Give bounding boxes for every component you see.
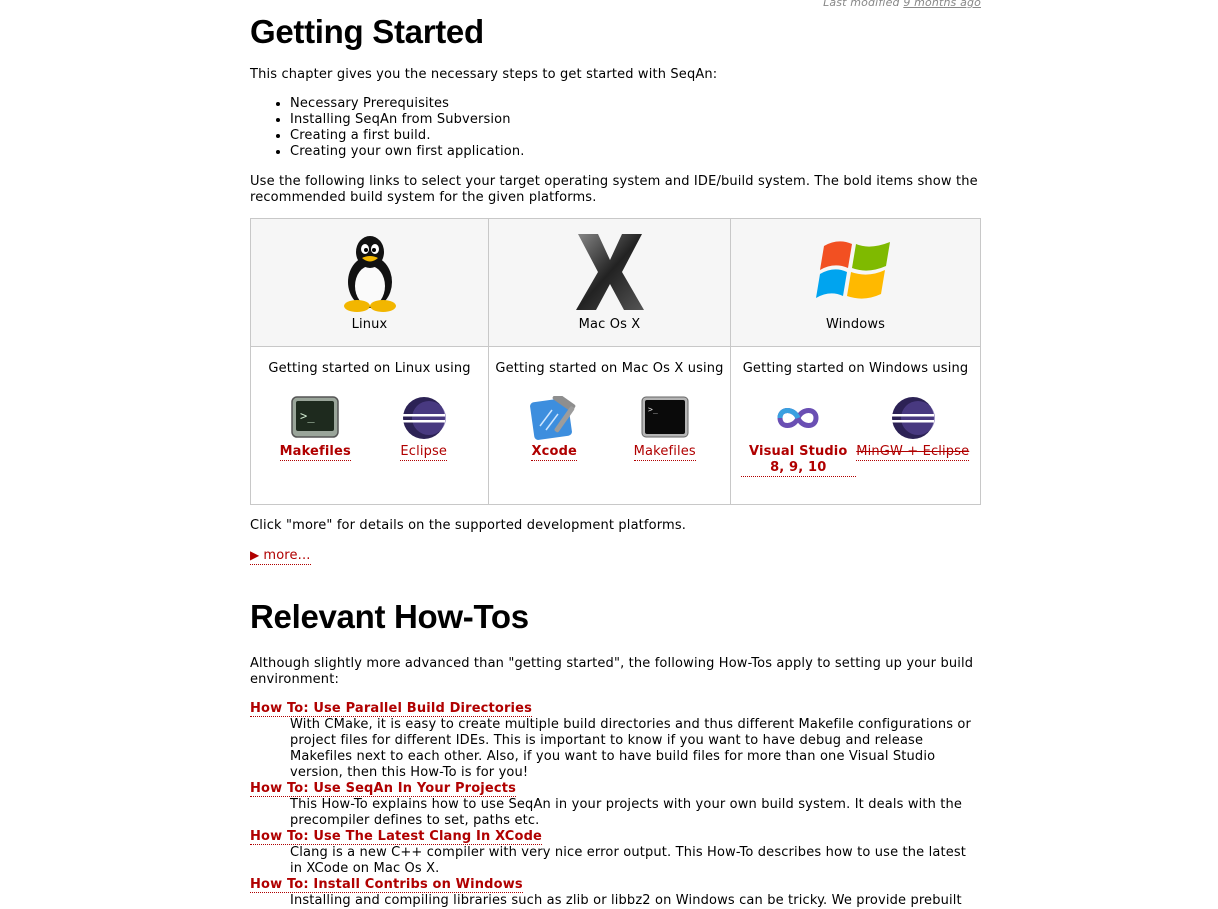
platform-table: Linux Mac Os X Windows Getting started o… — [250, 218, 981, 505]
howto-link[interactable]: How To: Use The Latest Clang In XCode — [250, 829, 542, 845]
os-name: Linux — [351, 317, 388, 332]
os-row: Linux Mac Os X Windows — [250, 218, 981, 347]
tool-xcode-mac: Xcode — [499, 396, 610, 461]
howto-description: Clang is a new C++ compiler with very ni… — [290, 845, 967, 876]
last-modified-prefix: Last modified — [823, 0, 900, 9]
using-text: Getting started on Linux using — [268, 361, 471, 376]
svg-text:>_: >_ — [300, 409, 315, 423]
intro-text: This chapter gives you the necessary ste… — [250, 67, 718, 82]
list-item: Creating a first build. — [290, 128, 525, 144]
more-details-text: Click "more" for details on the supporte… — [250, 518, 687, 533]
makefiles-link[interactable]: Makefiles — [633, 444, 696, 461]
list-item: Necessary Prerequisites — [290, 96, 525, 112]
mingw-eclipse-link[interactable]: MinGW + Eclipse — [856, 444, 970, 461]
tools-cell-windows: Getting started on Windows using Visual … — [730, 346, 981, 505]
mac-terminal-icon: >_ — [641, 396, 689, 438]
howto-link[interactable]: How To: Use SeqAn In Your Projects — [250, 781, 516, 797]
eclipse-icon — [402, 397, 446, 439]
howto-description: With CMake, it is easy to create multipl… — [290, 717, 972, 780]
tool-list: Visual Studio 8, 9, 10 MinGW + Eclipse — [731, 396, 980, 477]
howto-link[interactable]: How To: Use Parallel Build Directories — [250, 701, 532, 717]
howto-list: How To: Use Parallel Build Directories W… — [250, 701, 981, 909]
xcode-link[interactable]: Xcode — [531, 444, 578, 461]
os-name: Mac Os X — [578, 317, 641, 332]
tools-cell-linux: Getting started on Linux using >_ Makefi… — [250, 346, 489, 505]
eclipse-link[interactable]: Eclipse — [400, 444, 448, 461]
os-name: Windows — [825, 317, 886, 332]
list-item: Creating your own first application. — [290, 144, 525, 160]
eclipse-icon — [891, 397, 935, 439]
howto-term: How To: Use Parallel Build Directories — [250, 701, 981, 717]
last-modified-link[interactable]: 9 months ago — [903, 0, 981, 9]
tool-makefiles-mac: >_ Makefiles — [610, 396, 721, 461]
triangle-right-icon: ▶ — [250, 548, 260, 562]
steps-list: Necessary Prerequisites Installing SeqAn… — [250, 96, 525, 160]
more-toggle[interactable]: ▶ more... — [250, 547, 311, 565]
howto-description: This How-To explains how to use SeqAn in… — [290, 797, 963, 828]
makefiles-link[interactable]: Makefiles — [279, 444, 351, 461]
visual-studio-icon — [777, 408, 819, 428]
howtos-title: Relevant How-Tos — [250, 598, 529, 635]
howto-term: How To: Install Contribs on Windows — [250, 877, 981, 893]
using-text: Getting started on Mac Os X using — [495, 361, 724, 376]
tool-visual-studio-windows: Visual Studio 8, 9, 10 — [741, 396, 856, 477]
howto-term: How To: Use SeqAn In Your Projects — [250, 781, 981, 797]
tools-row: Getting started on Linux using >_ Makefi… — [250, 346, 981, 505]
howto-link[interactable]: How To: Install Contribs on Windows — [250, 877, 523, 893]
list-item: Installing SeqAn from Subversion — [290, 112, 525, 128]
tool-mingw-eclipse-windows: MinGW + Eclipse — [856, 396, 971, 477]
last-modified-info: Last modified 9 months ago — [823, 0, 981, 9]
tool-list: Xcode >_ Makefiles — [489, 396, 730, 461]
terminal-icon: >_ — [291, 396, 339, 438]
svg-text:>_: >_ — [648, 405, 658, 414]
platform-select-text: Use the following links to select your t… — [250, 174, 978, 205]
mac-os-x-icon — [575, 234, 644, 310]
tool-eclipse-linux: Eclipse — [370, 396, 479, 461]
os-cell-linux: Linux — [250, 218, 489, 347]
howto-term: How To: Use The Latest Clang In XCode — [250, 829, 981, 845]
os-cell-mac: Mac Os X — [488, 218, 731, 347]
howtos-intro: Although slightly more advanced than "ge… — [250, 656, 974, 687]
more-toggle-label: more... — [263, 548, 311, 563]
using-text: Getting started on Windows using — [742, 361, 969, 376]
tool-list: >_ Makefiles Eclipse — [251, 396, 488, 461]
tool-makefiles-linux: >_ Makefiles — [261, 396, 370, 461]
howto-description: Installing and compiling libraries such … — [290, 893, 962, 908]
xcode-hammer-icon — [530, 396, 576, 440]
tux-penguin-icon — [343, 236, 396, 312]
windows-flag-icon — [815, 241, 890, 299]
os-cell-windows: Windows — [730, 218, 981, 347]
page-title: Getting Started — [250, 13, 484, 50]
tools-cell-mac: Getting started on Mac Os X using Xcode — [488, 346, 731, 505]
visual-studio-link[interactable]: Visual Studio 8, 9, 10 — [741, 444, 856, 477]
